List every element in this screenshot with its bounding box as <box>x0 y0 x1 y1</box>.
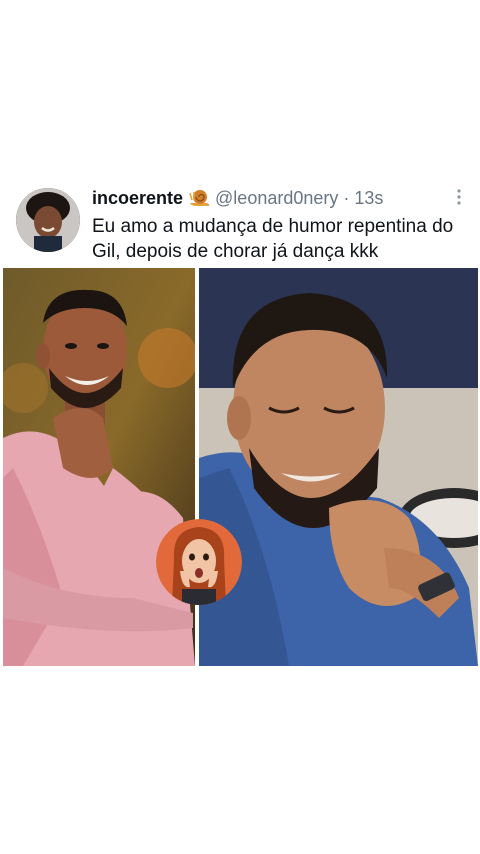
crying-man-image <box>199 268 478 666</box>
smiling-man-image <box>3 268 195 666</box>
avatar-image <box>16 188 80 252</box>
media-photo-left[interactable] <box>3 268 195 666</box>
media-photo-right[interactable] <box>199 268 478 666</box>
tweet-header: incoerente @leonard0nery · 13s <box>92 186 462 213</box>
more-vertical-icon[interactable] <box>456 188 462 209</box>
tweet-time[interactable]: 13s <box>354 188 383 208</box>
shocked-woman-image <box>156 519 242 605</box>
display-name[interactable]: incoerente <box>92 188 183 208</box>
user-avatar[interactable] <box>16 188 80 252</box>
snail-emoji-icon <box>189 187 211 213</box>
shocked-reaction-sticker <box>156 519 242 605</box>
tweet-text: Eu amo a mudança de humor repentina do G… <box>92 216 454 262</box>
separator-dot: · <box>343 188 350 208</box>
user-handle[interactable]: @leonard0nery <box>215 188 338 208</box>
